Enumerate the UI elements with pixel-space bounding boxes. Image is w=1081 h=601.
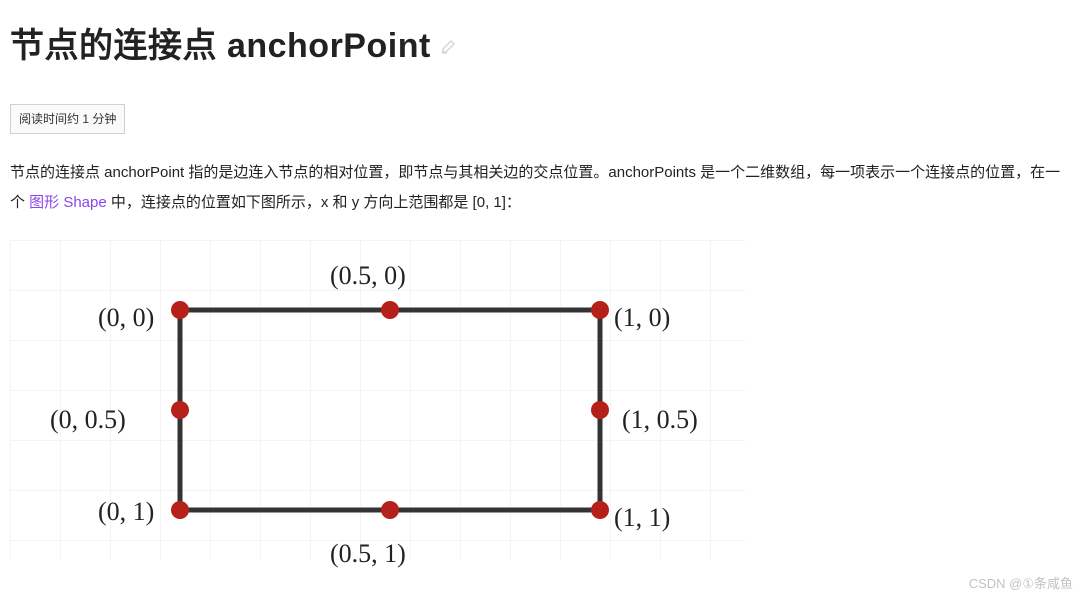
dot-0-0.5 (171, 401, 189, 419)
page-title-text: 节点的连接点 anchorPoint (10, 12, 431, 80)
label-mid-right: (1, 0.5) (622, 394, 698, 446)
dot-0-0 (171, 301, 189, 319)
dot-1-0.5 (591, 401, 609, 419)
label-bottom-left: (0, 1) (98, 486, 154, 538)
reading-time-badge: 阅读时间约 1 分钟 (10, 104, 125, 134)
label-bottom-right: (1, 1) (614, 492, 670, 544)
watermark: CSDN @①条咸鱼 (969, 571, 1073, 597)
dot-1-0 (591, 301, 609, 319)
dot-0-1 (171, 501, 189, 519)
edit-icon[interactable] (441, 38, 457, 54)
dot-0.5-1 (381, 501, 399, 519)
label-bottom-mid: (0.5, 1) (330, 528, 406, 580)
anchor-point-diagram: (0.5, 0) (0, 0) (1, 0) (0, 0.5) (1, 0.5)… (10, 240, 745, 560)
dot-0.5-0 (381, 301, 399, 319)
label-top-left: (0, 0) (98, 292, 154, 344)
label-top-right: (1, 0) (614, 292, 670, 344)
page-title: 节点的连接点 anchorPoint (10, 12, 1071, 80)
shape-link[interactable]: 图形 Shape (29, 194, 107, 211)
label-mid-left: (0, 0.5) (50, 394, 126, 446)
label-top-mid: (0.5, 0) (330, 250, 406, 302)
intro-text-2: 中，连接点的位置如下图所示，x 和 y 方向上范围都是 [0, 1]： (107, 194, 521, 211)
intro-paragraph: 节点的连接点 anchorPoint 指的是边连入节点的相对位置，即节点与其相关… (10, 158, 1071, 218)
dot-1-1 (591, 501, 609, 519)
